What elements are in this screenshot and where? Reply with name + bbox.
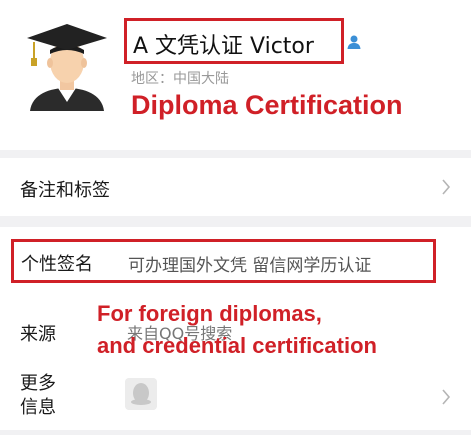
remark-and-tags-label: 备注和标签: [20, 180, 110, 201]
qq-penguin-icon: [125, 378, 157, 410]
remark-and-tags-row[interactable]: 备注和标签: [0, 158, 471, 216]
chevron-right-icon: [442, 179, 451, 195]
annotation-diploma-certification: Diploma Certification: [131, 90, 403, 120]
chevron-right-icon: [442, 389, 451, 405]
source-label: 来源: [20, 324, 56, 345]
graduate-avatar-icon[interactable]: [22, 16, 112, 111]
signature-highlight: 个性签名 可办理国外文凭 留信网学历认证: [11, 239, 436, 283]
signature-row[interactable]: 个性签名 可办理国外文凭 留信网学历认证: [0, 227, 471, 298]
contact-person-icon: [347, 35, 361, 49]
annotation-foreign-diplomas: For foreign diplomas,: [97, 301, 322, 326]
profile-header: A 文凭认证 Victor 地区：中国大陆 Diploma Certificat…: [0, 0, 471, 150]
signature-value: 可办理国外文凭 留信网学历认证: [128, 256, 372, 276]
profile-name: A 文凭认证 Victor: [133, 34, 314, 59]
signature-label: 个性签名: [21, 254, 93, 275]
annotation-credential-certification: and credential certification: [97, 333, 377, 358]
more-info-row[interactable]: 更多信息: [0, 360, 471, 430]
profile-region: 地区：中国大陆: [131, 71, 229, 87]
more-info-label: 更多信息: [20, 373, 56, 418]
profile-name-highlight: A 文凭认证 Victor: [124, 18, 344, 64]
